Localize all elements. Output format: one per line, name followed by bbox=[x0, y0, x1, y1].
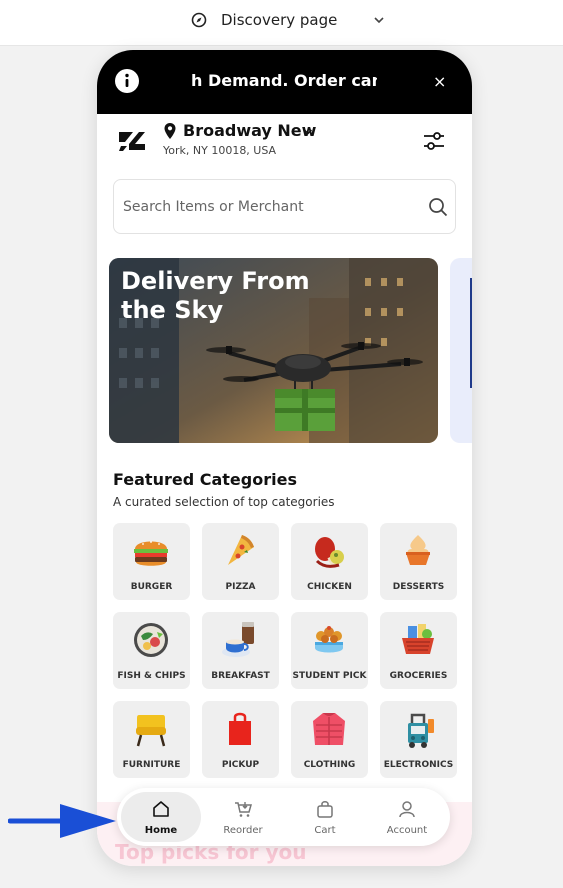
featured-categories-title: Featured Categories bbox=[113, 470, 297, 489]
category-student-pick[interactable]: STUDENT PICK bbox=[291, 612, 368, 689]
electronics-icon bbox=[408, 713, 434, 748]
account-icon bbox=[399, 801, 415, 818]
location-pin-icon bbox=[164, 123, 176, 139]
fish-chips-icon bbox=[134, 623, 168, 657]
category-clothing[interactable]: CLOTHING bbox=[291, 701, 368, 778]
category-label: FISH & CHIPS bbox=[117, 671, 186, 681]
category-grid: BURGER PIZZA CHICKEN DESSERTS FISH & CHI… bbox=[113, 523, 457, 778]
category-label: STUDENT PICK bbox=[292, 671, 367, 681]
banner-text: h Demand. Order can be bbox=[191, 71, 377, 90]
app-logo bbox=[119, 132, 145, 151]
category-label: PIZZA bbox=[225, 582, 256, 592]
category-label: FURNITURE bbox=[122, 760, 181, 770]
pizza-icon bbox=[228, 535, 254, 565]
category-electronics[interactable]: ELECTRONICS bbox=[380, 701, 457, 778]
category-label: DESSERTS bbox=[392, 582, 445, 592]
category-fish-chips[interactable]: FISH & CHIPS bbox=[113, 612, 190, 689]
chevron-down-icon[interactable] bbox=[303, 127, 313, 137]
nav-reorder[interactable]: Reorder bbox=[203, 792, 283, 842]
dessert-icon bbox=[406, 535, 430, 565]
home-icon bbox=[153, 801, 169, 817]
category-label: CHICKEN bbox=[307, 582, 352, 592]
page-selector[interactable]: Discovery page bbox=[0, 0, 563, 46]
category-pickup[interactable]: PICKUP bbox=[202, 701, 279, 778]
groceries-icon bbox=[402, 624, 434, 654]
category-furniture[interactable]: FURNITURE bbox=[113, 701, 190, 778]
search-input[interactable]: Search Items or Merchant bbox=[113, 179, 456, 234]
promo-title: Delivery From the Sky bbox=[121, 267, 310, 324]
location-title[interactable]: Broadway New bbox=[183, 121, 316, 140]
clothing-icon bbox=[313, 713, 345, 745]
close-banner-button[interactable]: × bbox=[433, 72, 446, 91]
reorder-icon bbox=[235, 802, 252, 817]
search-placeholder: Search Items or Merchant bbox=[123, 199, 304, 215]
search-icon[interactable] bbox=[428, 197, 448, 217]
category-label: GROCERIES bbox=[389, 671, 448, 681]
category-label: CLOTHING bbox=[303, 760, 356, 770]
page-selector-label: Discovery page bbox=[221, 11, 338, 29]
category-label: BREAKFAST bbox=[211, 671, 270, 681]
breakfast-icon bbox=[222, 622, 254, 657]
compass-icon bbox=[191, 12, 207, 28]
nav-home[interactable]: Home bbox=[121, 792, 201, 842]
featured-categories-subtitle: A curated selection of top categories bbox=[113, 495, 335, 509]
category-desserts[interactable]: DESSERTS bbox=[380, 523, 457, 600]
nav-account[interactable]: Account bbox=[367, 792, 447, 842]
nav-label: Home bbox=[144, 825, 178, 836]
nav-label: Cart bbox=[314, 825, 336, 836]
category-burger[interactable]: BURGER bbox=[113, 523, 190, 600]
furniture-icon bbox=[136, 715, 166, 747]
chicken-icon bbox=[315, 537, 344, 568]
nav-label: Reorder bbox=[223, 825, 263, 836]
category-groceries[interactable]: GROCERIES bbox=[380, 612, 457, 689]
filter-icon[interactable] bbox=[422, 130, 446, 152]
nav-label: Account bbox=[386, 825, 428, 836]
chevron-down-icon bbox=[374, 17, 384, 24]
category-label: BURGER bbox=[130, 582, 173, 592]
pointer-arrow bbox=[8, 804, 116, 838]
category-label: ELECTRONICS bbox=[383, 760, 454, 770]
category-breakfast[interactable]: BREAKFAST bbox=[202, 612, 279, 689]
promo-banner-next[interactable] bbox=[450, 258, 472, 443]
promo-banner[interactable]: Delivery From the Sky bbox=[109, 258, 438, 443]
announcement-banner: h Demand. Order can be × bbox=[97, 50, 472, 114]
category-chicken[interactable]: CHICKEN bbox=[291, 523, 368, 600]
nav-cart[interactable]: Cart bbox=[285, 792, 365, 842]
pickup-icon bbox=[229, 712, 251, 745]
burger-icon bbox=[134, 541, 168, 566]
student-pick-icon bbox=[315, 626, 343, 653]
category-label: PICKUP bbox=[221, 760, 260, 770]
phone-frame: h Demand. Order can be × Broadway New Yo… bbox=[97, 50, 472, 866]
location-subtitle: York, NY 10018, USA bbox=[163, 144, 277, 157]
bottom-navigation: Home Reorder Cart Account bbox=[117, 788, 450, 846]
info-icon bbox=[115, 69, 139, 93]
cart-icon bbox=[317, 801, 333, 818]
category-pizza[interactable]: PIZZA bbox=[202, 523, 279, 600]
